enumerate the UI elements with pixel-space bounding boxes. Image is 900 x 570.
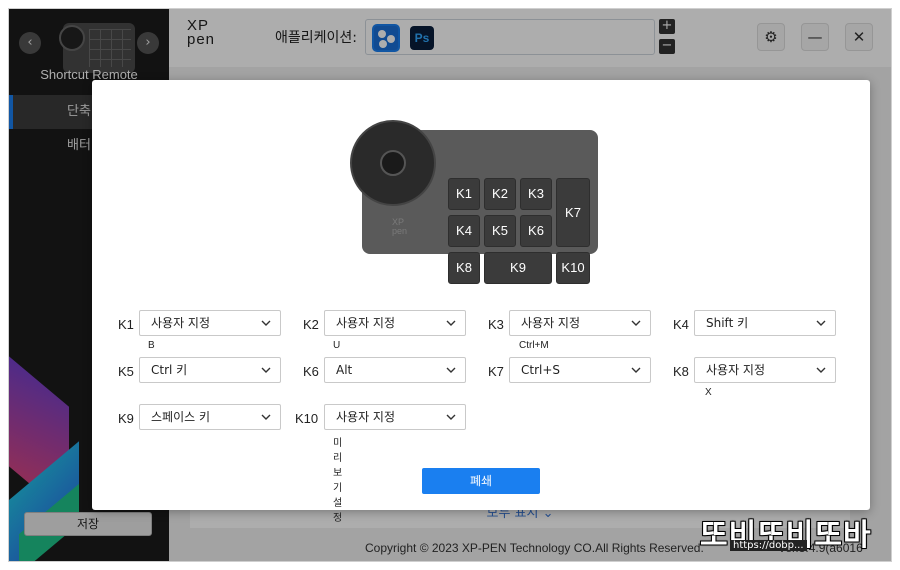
sub-k2: U	[333, 340, 341, 351]
key-k4[interactable]: K4	[448, 215, 480, 247]
close-modal-button[interactable]: 폐쇄	[422, 468, 540, 494]
select-k6[interactable]: Alt	[324, 357, 466, 383]
select-value-k5: Ctrl 키	[151, 363, 188, 377]
field-label-k10: K10	[295, 411, 319, 426]
select-value-k2: 사용자 지정	[336, 316, 396, 330]
sub-k8: X	[705, 387, 712, 398]
select-value-k8: 사용자 지정	[706, 363, 766, 377]
shortcut-remote-diagram: XP pen K1 K2 K3 K4 K5 K6 K7 K8 K9 K10	[350, 120, 598, 284]
sub-k3: Ctrl+M	[519, 340, 549, 351]
select-k1[interactable]: 사용자 지정	[139, 310, 281, 336]
field-label-k3: K3	[488, 317, 504, 332]
field-label-k5: K5	[118, 364, 134, 379]
key-k7[interactable]: K7	[556, 178, 590, 247]
field-label-k7: K7	[488, 364, 504, 379]
select-k10[interactable]: 사용자 지정	[324, 404, 466, 430]
select-value-k4: Shift 키	[706, 316, 749, 330]
key-k3[interactable]: K3	[520, 178, 552, 210]
select-k7[interactable]: Ctrl+S	[509, 357, 651, 383]
chevron-down-icon	[261, 367, 271, 373]
chevron-down-icon	[631, 367, 641, 373]
watermark-url: https://dobp...	[730, 540, 807, 551]
key-k5[interactable]: K5	[484, 215, 516, 247]
device-brand: XP pen	[392, 218, 407, 236]
chevron-down-icon	[261, 320, 271, 326]
chevron-down-icon	[816, 367, 826, 373]
device-brand-line-2: pen	[392, 226, 408, 236]
field-label-k4: K4	[673, 317, 689, 332]
select-value-k1: 사용자 지정	[151, 316, 211, 330]
chevron-down-icon	[446, 367, 456, 373]
chevron-down-icon	[261, 414, 271, 420]
xp-pen-driver-window: ‹ › Shortcut Remote 단축 배터 저장 XP pen 애플리케…	[0, 0, 900, 570]
select-k4[interactable]: Shift 키	[694, 310, 836, 336]
dial-center-button[interactable]	[380, 150, 406, 176]
sub-k1: B	[148, 340, 155, 351]
key-k9[interactable]: K9	[484, 252, 552, 284]
field-label-k2: K2	[303, 317, 319, 332]
select-k5[interactable]: Ctrl 키	[139, 357, 281, 383]
select-value-k6: Alt	[336, 363, 353, 377]
key-k8[interactable]: K8	[448, 252, 480, 284]
select-k9[interactable]: 스페이스 키	[139, 404, 281, 430]
key-k10[interactable]: K10	[556, 252, 590, 284]
dial-knob[interactable]	[350, 120, 436, 206]
chevron-down-icon	[446, 320, 456, 326]
select-value-k10: 사용자 지정	[336, 410, 396, 424]
key-k1[interactable]: K1	[448, 178, 480, 210]
select-k3[interactable]: 사용자 지정	[509, 310, 651, 336]
key-k6[interactable]: K6	[520, 215, 552, 247]
select-value-k9: 스페이스 키	[151, 410, 211, 424]
select-value-k7: Ctrl+S	[521, 363, 561, 377]
field-label-k8: K8	[673, 364, 689, 379]
sub-k10: 미리 보기 설정	[333, 438, 343, 524]
chevron-down-icon	[631, 320, 641, 326]
chevron-down-icon	[816, 320, 826, 326]
field-label-k1: K1	[118, 317, 134, 332]
select-value-k3: 사용자 지정	[521, 316, 581, 330]
select-k2[interactable]: 사용자 지정	[324, 310, 466, 336]
chevron-down-icon	[446, 414, 456, 420]
field-label-k9: K9	[118, 411, 134, 426]
key-k2[interactable]: K2	[484, 178, 516, 210]
key-settings-modal: XP pen K1 K2 K3 K4 K5 K6 K7 K8 K9 K10 K1…	[92, 80, 870, 524]
select-k8[interactable]: 사용자 지정	[694, 357, 836, 383]
field-label-k6: K6	[303, 364, 319, 379]
